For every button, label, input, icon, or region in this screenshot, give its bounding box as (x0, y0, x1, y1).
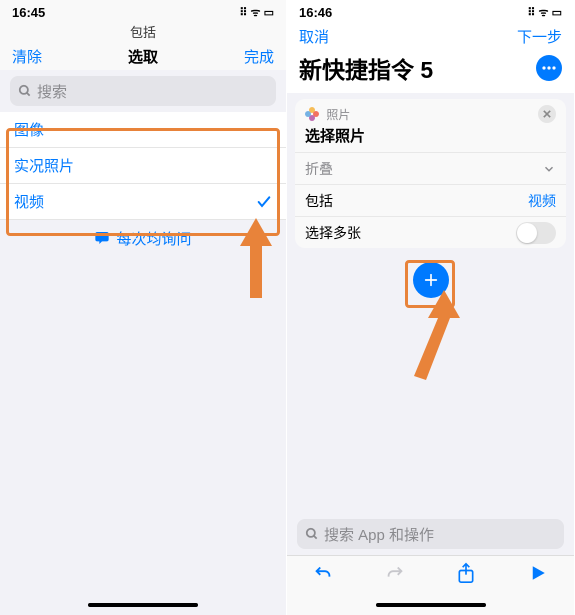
chevron-down-icon (542, 162, 556, 176)
multi-select-toggle[interactable] (516, 222, 556, 244)
play-button[interactable] (526, 564, 550, 587)
option-label: 视频 (14, 191, 44, 212)
search-icon (305, 527, 319, 541)
clear-button[interactable]: 清除 (12, 46, 42, 67)
row-value: 视频 (528, 191, 556, 211)
option-label: 实况照片 (14, 155, 74, 176)
status-bar: 16:46 ⠿ ᯤ ▭ (287, 0, 574, 22)
search-placeholder: 搜索 (37, 81, 67, 102)
option-live-photo[interactable]: 实况照片 (0, 148, 286, 184)
search-icon (18, 84, 32, 98)
option-video[interactable]: 视频 (0, 184, 286, 220)
row-label: 折叠 (305, 159, 333, 179)
ask-label: 每次均询问 (116, 228, 191, 249)
card-title: 选择照片 (295, 123, 566, 152)
status-icons: ⠿ ᯤ ▭ (239, 5, 274, 20)
row-label: 选择多张 (305, 223, 361, 243)
option-label: 图像 (14, 119, 44, 140)
add-action-button[interactable] (413, 262, 449, 298)
row-include[interactable]: 包括 视频 (295, 184, 566, 216)
status-bar: 16:45 ⠿ ᯤ ▭ (0, 0, 286, 22)
nav-header: 取消 下一步 (287, 22, 574, 49)
remove-action-button[interactable] (538, 105, 556, 123)
row-multi-select: 选择多张 (295, 216, 566, 248)
checkmark-icon (256, 194, 272, 210)
share-icon (456, 562, 476, 584)
ellipsis-icon (542, 66, 556, 70)
undo-button[interactable] (311, 562, 335, 589)
close-icon (543, 110, 551, 118)
chat-icon (94, 230, 110, 246)
undo-icon (312, 562, 334, 584)
bottom-toolbar (287, 555, 574, 595)
sub-header: 包括 (0, 22, 286, 42)
status-time: 16:46 (299, 5, 332, 20)
title-row: 新快捷指令 5 (287, 49, 574, 93)
search-placeholder: 搜索 App 和操作 (324, 524, 434, 545)
picker-header: 清除 选取 完成 (0, 42, 286, 70)
photos-app-icon (305, 107, 319, 121)
status-time: 16:45 (12, 5, 45, 20)
option-image[interactable]: 图像 (0, 112, 286, 148)
search-actions-input[interactable]: 搜索 App 和操作 (297, 519, 564, 549)
shortcut-title[interactable]: 新快捷指令 5 (299, 51, 433, 85)
action-card: 照片 选择照片 折叠 包括 视频 选择多张 (295, 99, 566, 248)
search-input[interactable]: 搜索 (10, 76, 276, 106)
redo-icon (384, 562, 406, 584)
row-collapse[interactable]: 折叠 (295, 152, 566, 184)
ask-every-time-button[interactable]: 每次均询问 (0, 220, 286, 256)
picker-title: 选取 (128, 46, 158, 67)
done-button[interactable]: 完成 (244, 46, 274, 67)
play-icon (529, 564, 547, 582)
card-app-label: 照片 (305, 106, 350, 123)
redo-button[interactable] (383, 562, 407, 589)
home-indicator (287, 595, 574, 615)
home-indicator (0, 595, 286, 615)
plus-icon (423, 272, 439, 288)
annotation-arrow (404, 290, 464, 380)
status-icons: ⠿ ᯤ ▭ (527, 5, 562, 20)
share-button[interactable] (454, 562, 478, 589)
more-button[interactable] (536, 55, 562, 81)
next-button[interactable]: 下一步 (517, 26, 562, 47)
row-label: 包括 (305, 191, 333, 211)
cancel-button[interactable]: 取消 (299, 26, 329, 47)
options-list: 图像 实况照片 视频 (0, 112, 286, 220)
